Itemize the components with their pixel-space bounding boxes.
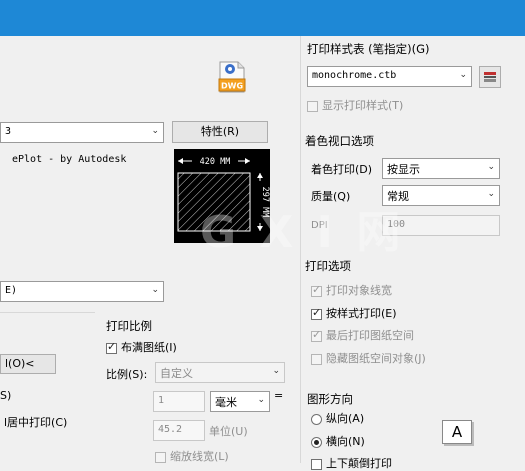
window-title-bar [0,0,525,36]
units-label: 单位(U) [209,425,248,438]
chevron-down-icon: ⌄ [272,366,280,376]
properties-button[interactable]: 特性(R) [172,121,268,143]
plot-options-title: 打印选项 [305,259,351,273]
plot-style-title: 打印样式表 (笔指定)(G) [307,42,430,56]
plotter-name-dropdown[interactable]: 3 ⌄ [0,122,164,143]
group-border [0,312,95,313]
hide-paperspace-objects-checkbox[interactable]: 隐藏图纸空间对象(J) [311,350,426,366]
hide-paperspace-objects-label: 隐藏图纸空间对象(J) [326,352,426,365]
plot-lineweights-label: 打印对象线宽 [326,284,392,297]
chevron-down-icon: ⌄ [257,395,265,405]
landscape-radio[interactable]: 横向(N) [311,433,365,449]
shade-plot-value: 按显示 [387,163,420,176]
plot-area-button[interactable]: l(O)< [0,354,56,374]
plot-lineweights-checkbox[interactable]: 打印对象线宽 [311,282,392,298]
checkbox-icon [311,283,322,297]
scale-lineweights-checkbox[interactable]: 缩放线宽(L) [155,448,229,464]
plot-paperspace-last-checkbox[interactable]: 最后打印图纸空间 [311,327,414,343]
plotter-description: ePlot - by Autodesk [12,154,127,165]
checkbox-icon [106,340,117,354]
plot-scale-title: 打印比例 [106,319,152,333]
paper-size-value: E) [5,285,18,296]
upside-down-label: 上下颠倒打印 [326,457,392,470]
plot-with-styles-checkbox[interactable]: 按样式打印(E) [311,305,397,321]
landscape-label: 横向(N) [326,435,365,448]
shade-plot-label: 着色打印(D) [311,163,373,176]
dwg-file-icon: DWG [216,60,248,94]
scale-value: 自定义 [160,367,193,380]
checkbox-icon [311,353,322,365]
display-plot-styles-label: 显示打印样式(T) [322,99,404,112]
plot-style-editor-icon [484,72,496,82]
upside-down-checkbox[interactable]: 上下颠倒打印 [311,455,392,471]
shaded-viewport-title: 着色视口选项 [305,134,374,148]
checkbox-icon [311,328,322,342]
edit-plot-style-button[interactable] [479,66,501,88]
orientation-title: 图形方向 [307,392,353,406]
chevron-down-icon: ⌄ [459,70,467,80]
plot-with-styles-label: 按样式打印(E) [326,307,397,320]
portrait-label: 纵向(A) [326,412,365,425]
equals-sign: = [274,389,284,402]
radio-icon [311,436,322,448]
chevron-down-icon: ⌄ [487,162,495,172]
fit-to-paper-checkbox[interactable]: 布满图纸(I) [106,339,177,355]
units-dropdown[interactable]: 毫米 ⌄ [210,391,270,412]
chevron-down-icon: ⌄ [151,285,159,295]
checkbox-icon [311,458,322,470]
paper-size-dropdown[interactable]: E) ⌄ [0,281,164,302]
display-plot-styles-checkbox[interactable]: 显示打印样式(T) [307,97,403,113]
preview-width-label: 420 MM [200,157,231,167]
radio-icon [311,413,322,425]
scale-paper-units-input[interactable]: 1 [153,391,205,412]
checkbox-icon [307,100,318,112]
plot-offset-label: S) [0,389,12,402]
scale-label: 比例(S): [106,368,148,381]
checkbox-icon [311,306,322,320]
portrait-radio[interactable]: 纵向(A) [311,410,364,426]
scale-dropdown[interactable]: 自定义 ⌄ [155,362,285,383]
units-value: 毫米 [215,396,237,409]
watermark-logo: G X I 网 [200,207,405,258]
scale-drawing-units-input[interactable]: 45.2 [153,420,205,441]
fit-to-paper-label: 布满图纸(I) [121,341,177,354]
checkbox-icon [155,451,166,463]
plot-style-value: monochrome.ctb [312,70,397,81]
plot-paperspace-last-label: 最后打印图纸空间 [326,329,414,342]
landscape-orientation-icon: A [442,420,472,444]
plotter-name-value: 3 [5,126,12,137]
dwg-label: DWG [221,82,243,91]
center-plot-label[interactable]: l居中打印(C) [4,414,67,430]
chevron-down-icon: ⌄ [487,189,495,199]
shade-plot-dropdown[interactable]: 按显示 ⌄ [382,158,500,179]
scale-lineweights-label: 缩放线宽(L) [170,450,229,463]
plot-style-dropdown[interactable]: monochrome.ctb ⌄ [307,66,472,87]
chevron-down-icon: ⌄ [151,126,159,136]
